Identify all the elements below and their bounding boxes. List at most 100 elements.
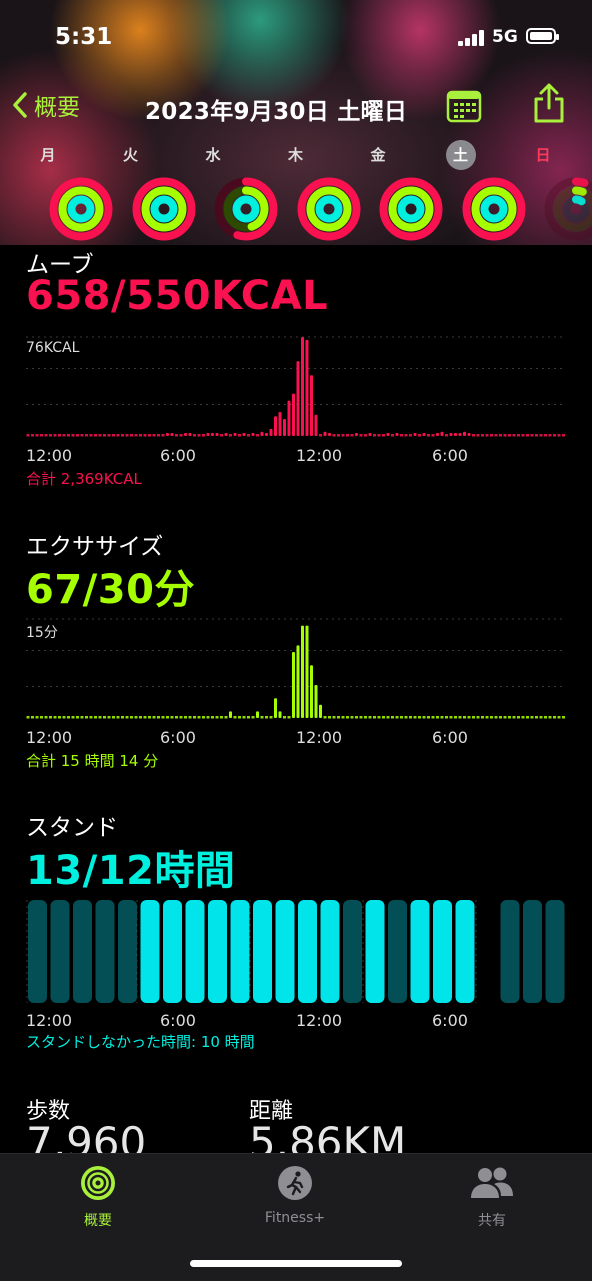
chart-bar	[486, 716, 489, 719]
running-figure-icon	[276, 1164, 314, 1202]
chart-bar	[265, 716, 268, 719]
day-label: 木	[281, 140, 311, 170]
chart-bar	[513, 716, 516, 719]
chart-bar	[31, 716, 34, 719]
chart-bar	[126, 716, 129, 719]
day-5[interactable]: 土	[428, 140, 494, 170]
chart-bar	[90, 434, 93, 437]
chart-bar	[351, 434, 354, 437]
tab-summary-label: 概要	[38, 1210, 158, 1230]
chart-bar	[171, 716, 174, 719]
chart-bar	[558, 716, 561, 719]
chart-bar	[409, 716, 412, 719]
chart-bar	[342, 434, 345, 437]
stand-hour-bar	[298, 900, 317, 1003]
stand-ring	[72, 200, 91, 219]
chart-bar	[279, 412, 282, 436]
activity-rings-icon	[48, 176, 114, 242]
steps-distance: 歩数 7,960 距離 5.86KM	[0, 1088, 592, 1158]
chart-bar	[72, 716, 75, 719]
share-button[interactable]	[529, 82, 569, 124]
stand-hour-bar	[523, 900, 542, 1003]
chart-bar	[472, 716, 475, 719]
chart-bar	[360, 716, 363, 719]
chevron-left-icon	[12, 91, 28, 119]
chart-bar	[337, 434, 340, 437]
chart-bar	[58, 434, 61, 437]
chart-bar	[499, 434, 502, 437]
chart-bar	[387, 716, 390, 719]
chart-bar	[477, 434, 480, 437]
chart-bar	[423, 716, 426, 719]
chart-bar	[261, 432, 264, 436]
chart-bar	[225, 433, 228, 436]
chart-bar	[558, 434, 561, 437]
tab-fitness-plus[interactable]: Fitness+	[235, 1164, 355, 1226]
chart-bar	[252, 433, 255, 436]
activity-rings-icon	[543, 176, 592, 242]
navigation-bar: 概要 2023年9月30日 土曜日	[0, 80, 592, 130]
tab-summary[interactable]: 概要	[38, 1164, 158, 1230]
move-tick-2: 6:00	[160, 446, 196, 465]
stand-hour-bar	[28, 900, 47, 1003]
chart-bar	[531, 434, 534, 437]
chart-bar	[135, 716, 138, 719]
chart-bar	[553, 716, 556, 719]
stand-hour-bar	[456, 900, 475, 1003]
chart-bar	[382, 434, 385, 437]
stand-tick-1: 12:00	[26, 1011, 72, 1030]
stand-hour-bar	[141, 900, 160, 1003]
back-button[interactable]: 概要	[12, 88, 80, 122]
chart-bar	[288, 716, 291, 719]
chart-bar	[540, 434, 543, 437]
chart-bar	[130, 716, 133, 719]
day-4[interactable]: 金	[345, 140, 411, 170]
chart-bar	[355, 716, 358, 719]
chart-bar	[387, 433, 390, 436]
chart-bar	[549, 716, 552, 719]
exercise-tick-4: 6:00	[432, 728, 468, 747]
back-label: 概要	[34, 88, 80, 122]
stand-hour-bar	[343, 900, 362, 1003]
chart-bar	[391, 434, 394, 437]
chart-bar	[378, 434, 381, 437]
chart-bar	[346, 434, 349, 437]
chart-bar	[256, 711, 259, 718]
day-0[interactable]: 月	[15, 140, 81, 170]
chart-bar	[216, 433, 219, 436]
calendar-button[interactable]	[446, 88, 482, 124]
chart-bar	[220, 434, 223, 437]
stand-hour-bar	[366, 900, 385, 1003]
chart-bar	[495, 716, 498, 719]
chart-bar	[526, 716, 529, 719]
chart-bar	[81, 434, 84, 437]
chart-bar	[346, 716, 349, 719]
day-label: 水	[198, 140, 228, 170]
chart-bar	[265, 433, 268, 436]
chart-bar	[540, 716, 543, 719]
day-2[interactable]: 水	[180, 140, 246, 170]
day-6[interactable]: 日	[510, 140, 576, 170]
day-3[interactable]: 木	[263, 140, 329, 170]
chart-bar	[486, 434, 489, 437]
day-1[interactable]: 火	[98, 140, 164, 170]
chart-bar	[409, 434, 412, 437]
day-label: 火	[116, 140, 146, 170]
chart-bar	[441, 716, 444, 719]
chart-bar	[139, 434, 142, 437]
move-max-label: 76KCAL	[26, 340, 79, 356]
network-label: 5G	[492, 27, 518, 47]
chart-bar	[180, 434, 183, 437]
chart-bar	[117, 716, 120, 719]
tab-sharing[interactable]: 共有	[432, 1164, 552, 1230]
people-icon	[468, 1164, 516, 1202]
chart-bar	[328, 433, 331, 436]
chart-bar	[364, 716, 367, 719]
chart-bar	[414, 433, 417, 436]
chart-bar	[211, 716, 214, 719]
exercise-title: エクササイズ	[26, 527, 163, 561]
chart-bar	[292, 652, 295, 718]
chart-bar	[202, 716, 205, 719]
chart-bar	[315, 685, 318, 718]
chart-bar	[468, 433, 471, 436]
